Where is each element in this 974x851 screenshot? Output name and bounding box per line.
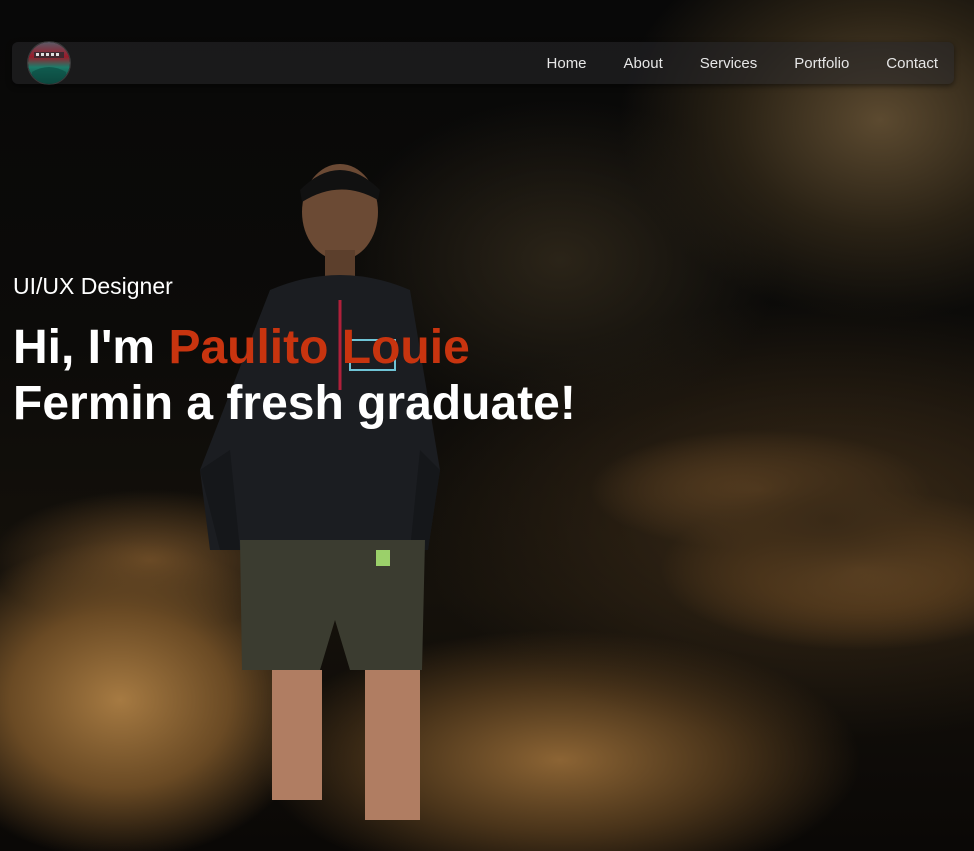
nav-links: Home About Services Portfolio Contact — [510, 42, 938, 84]
nav-about-link[interactable]: About — [624, 55, 663, 72]
hero-greeting: Hi, I'm — [13, 321, 169, 374]
top-navbar: Home About Services Portfolio Contact — [12, 42, 954, 84]
nav-services-link[interactable]: Services — [700, 55, 758, 72]
nav-home-link[interactable]: Home — [547, 55, 587, 72]
hero-subtitle: UI/UX Designer — [13, 273, 173, 299]
hero-section: Home About Services Portfolio Contact UI… — [0, 0, 974, 851]
avatar-logo-icon[interactable] — [28, 42, 70, 84]
hero-name-highlight: Paulito Louie — [168, 321, 470, 374]
hero-headline: Hi, I'm Paulito Louie Fermin a fresh grad… — [13, 320, 713, 432]
hero-headline-line2: Fermin a fresh graduate! — [13, 377, 576, 430]
nav-portfolio-link[interactable]: Portfolio — [794, 55, 849, 72]
hero-photo-person — [200, 164, 440, 820]
nav-contact-link[interactable]: Contact — [886, 55, 938, 72]
